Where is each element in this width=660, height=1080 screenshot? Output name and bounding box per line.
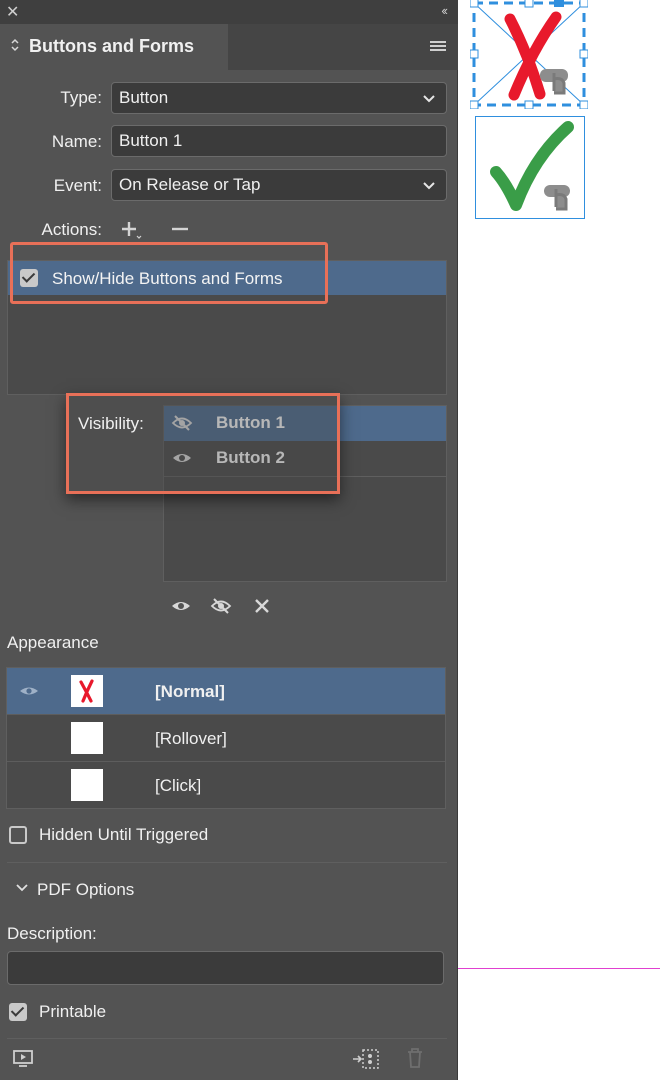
normal-state-thumbnail — [71, 675, 103, 707]
description-input[interactable] — [7, 951, 444, 985]
panel-tab-row: Buttons and Forms — [0, 24, 458, 70]
event-select[interactable]: On Release or Tap — [111, 169, 447, 201]
appearance-state-label: [Rollover] — [155, 729, 227, 748]
name-input[interactable]: Button 1 — [111, 125, 447, 157]
delete-trash-icon[interactable] — [405, 1047, 425, 1069]
collapse-panel-button[interactable]: ‹‹ — [441, 3, 448, 18]
chevron-down-icon — [423, 182, 435, 190]
event-select-value: On Release or Tap — [119, 175, 261, 194]
name-label: Name: — [51, 132, 102, 151]
add-action-icon[interactable] — [120, 220, 142, 240]
panel-title: Buttons and Forms — [29, 36, 194, 56]
hidden-until-triggered-label: Hidden Until Triggered — [39, 825, 209, 844]
printable-checkbox[interactable] — [9, 1003, 27, 1021]
button-1-red-x-selected[interactable] — [470, 0, 588, 109]
hidden-until-triggered-checkbox[interactable] — [9, 826, 27, 844]
type-select[interactable]: Button — [111, 82, 447, 114]
description-label: Description: — [7, 924, 97, 943]
section-divider — [7, 1038, 447, 1039]
panel-resize-arrows-icon — [10, 38, 20, 54]
appearance-heading: Appearance — [7, 633, 99, 652]
chevron-down-icon[interactable] — [15, 882, 29, 894]
appearance-state-click[interactable]: [Click] — [7, 762, 445, 809]
buttons-and-forms-panel: ✕ ‹‹ Buttons and Forms Type: Button Name… — [0, 0, 458, 1080]
appearance-state-normal[interactable]: [Normal] — [7, 668, 445, 715]
panel-menu-icon[interactable] — [430, 41, 446, 53]
type-label: Type: — [60, 88, 102, 107]
appearance-state-label: [Normal] — [155, 682, 225, 701]
clear-visibility-close-icon[interactable] — [253, 597, 271, 615]
appearance-states-list: [Normal] [Rollover] [Click] — [6, 667, 446, 809]
hide-button-eye-hidden-icon[interactable] — [210, 597, 232, 615]
event-label: Event: — [53, 176, 102, 195]
rollover-state-thumbnail — [71, 722, 103, 754]
convert-to-object-icon[interactable] — [352, 1048, 380, 1070]
appearance-state-rollover[interactable]: [Rollover] — [7, 715, 445, 762]
type-select-value: Button — [119, 88, 169, 107]
selection-frame — [470, 0, 588, 109]
visibility-label: Visibility: — [78, 414, 144, 433]
name-input-value: Button 1 — [119, 131, 183, 150]
remove-action-icon[interactable] — [170, 220, 190, 240]
green-check-icon — [490, 121, 574, 211]
visibility-highlight-callout — [66, 393, 340, 494]
section-divider — [7, 862, 447, 863]
panel-top-bar: ✕ ‹‹ — [0, 0, 458, 24]
printable-label: Printable — [39, 1002, 107, 1021]
click-state-thumbnail — [71, 769, 103, 801]
chevron-down-icon — [423, 95, 435, 103]
pdf-options-toggle[interactable]: PDF Options — [37, 880, 134, 900]
red-x-icon — [79, 679, 94, 703]
button-2-green-check[interactable] — [475, 116, 585, 219]
appearance-state-label: [Click] — [155, 776, 202, 795]
magenta-guide-line — [458, 968, 660, 969]
preview-icon[interactable] — [12, 1049, 34, 1069]
show-button-eye-icon[interactable] — [170, 597, 192, 615]
action-highlight-callout — [10, 242, 328, 304]
close-panel-button[interactable]: ✕ — [6, 2, 19, 22]
tab-buttons-and-forms[interactable]: Buttons and Forms — [0, 24, 228, 70]
eye-icon — [20, 687, 38, 695]
actions-label: Actions: — [41, 220, 102, 239]
